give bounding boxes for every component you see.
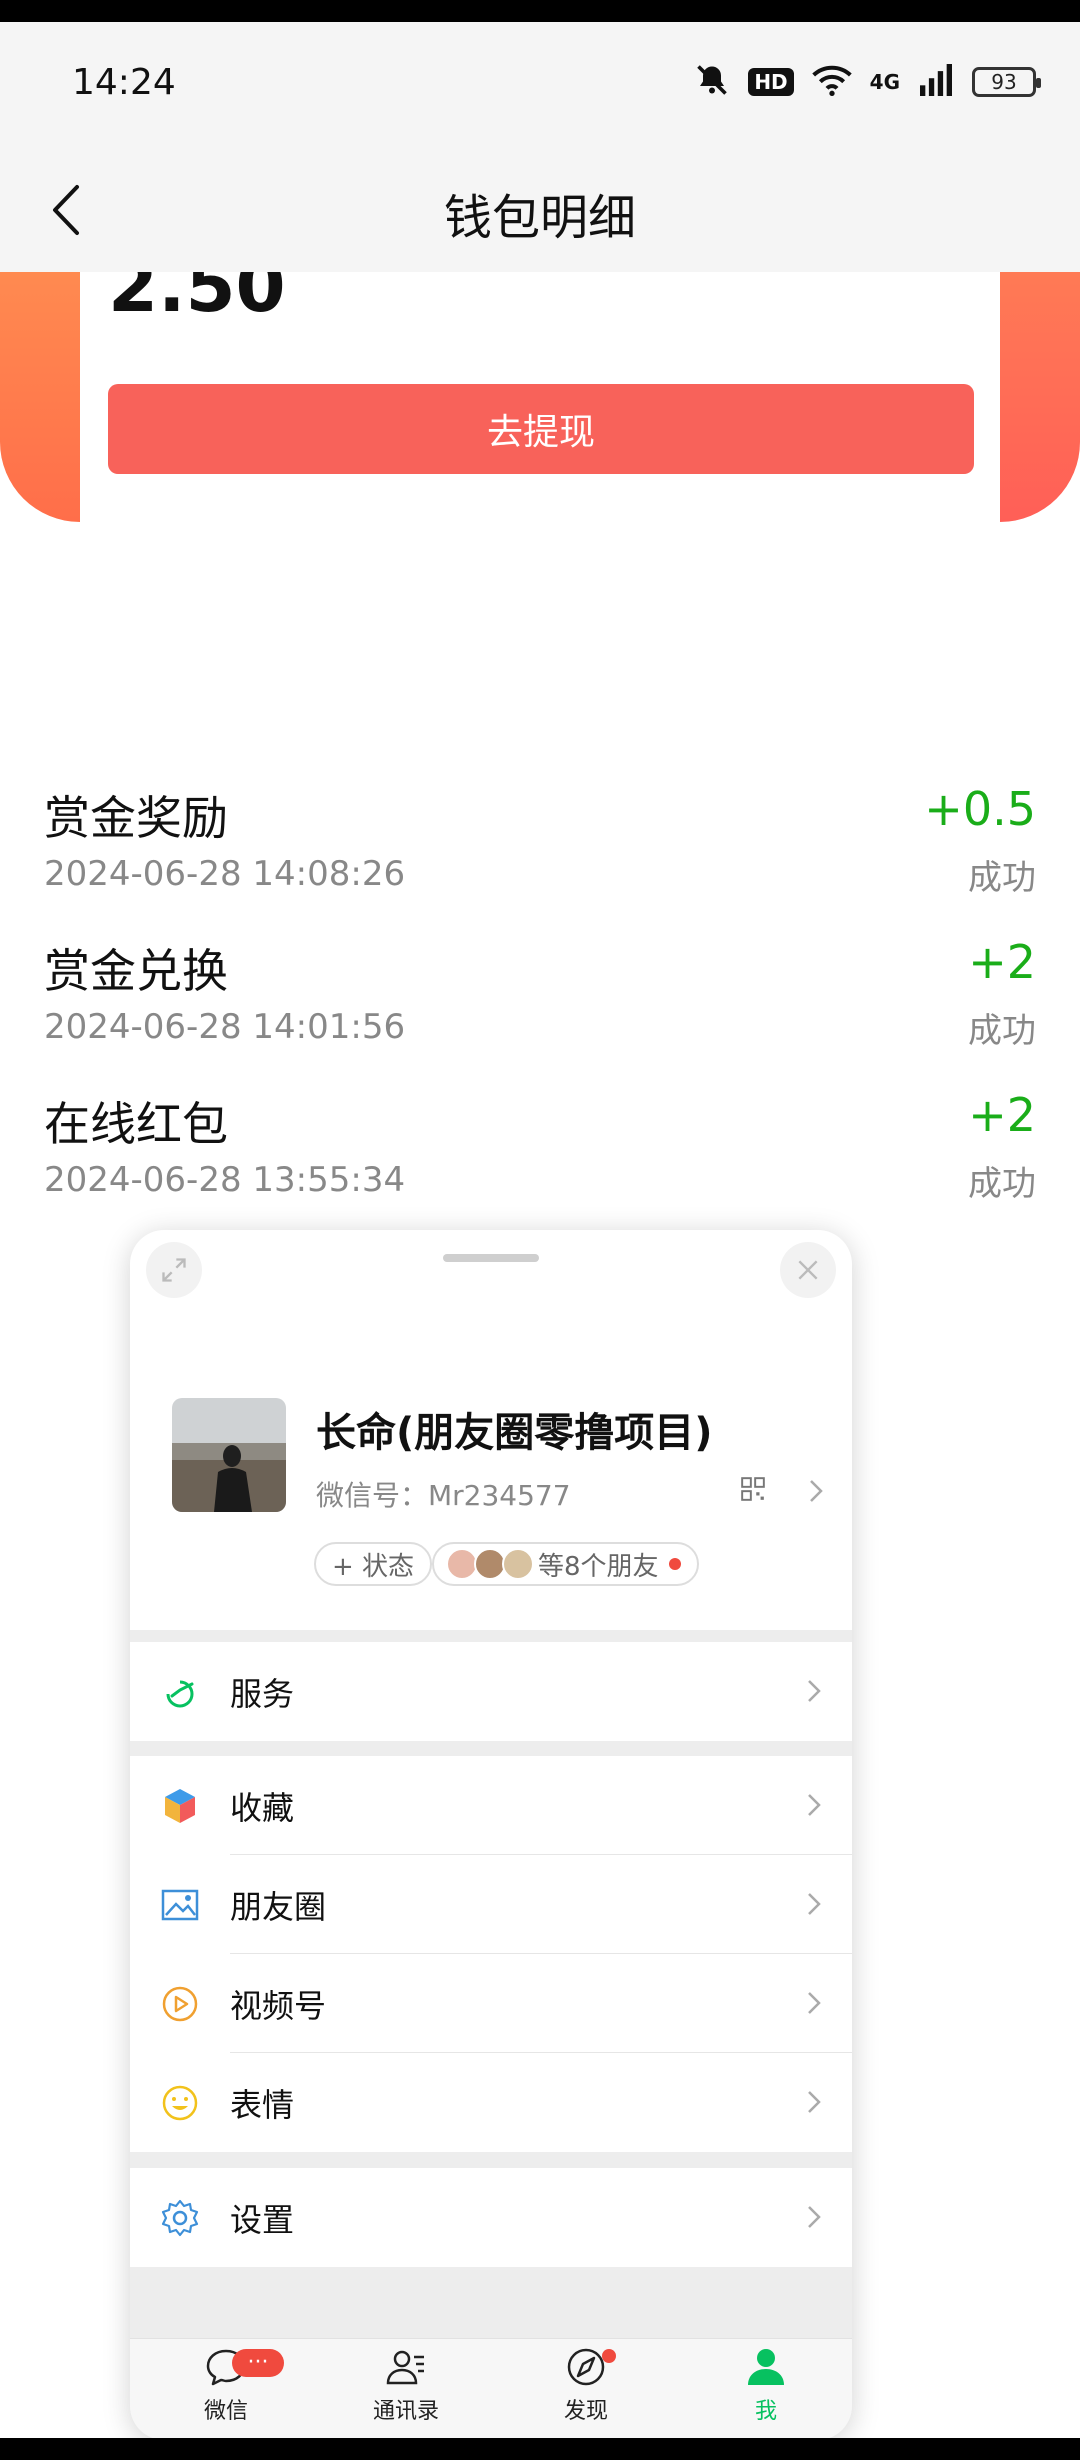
transaction-status: 成功 — [968, 1011, 1036, 1051]
expand-icon — [162, 1258, 186, 1282]
menu-label: 收藏 — [230, 1788, 295, 1827]
tab-me[interactable]: 我 — [706, 2347, 826, 2425]
moments-icon — [161, 1889, 199, 1921]
drag-handle[interactable] — [443, 1254, 539, 1262]
wechat-id: 微信号：Mr234577 — [316, 1479, 571, 1512]
menu-item-services[interactable]: 服务 — [130, 1642, 852, 1741]
tab-label: 我 — [754, 2399, 777, 2424]
bottom-tab-bar: 微信 ··· 通讯录 发现 我 — [130, 2338, 852, 2440]
transaction-row[interactable]: 赏金奖励 2024-06-28 14:08:26 +0.5 成功 — [44, 782, 1036, 932]
chevron-right-icon — [808, 1478, 824, 1508]
transaction-amount: +2 — [968, 1088, 1036, 1142]
transaction-row[interactable]: 在线红包 2024-06-28 13:55:34 +2 成功 — [44, 1088, 1036, 1238]
service-icon — [166, 1680, 194, 1708]
chat-badge: ··· — [232, 2349, 284, 2377]
expand-button[interactable] — [146, 1242, 202, 1298]
transaction-status: 成功 — [968, 1164, 1036, 1204]
chevron-right-icon — [808, 1992, 821, 2014]
transaction-title: 赏金奖励 — [44, 791, 228, 845]
card-decoration-right — [1000, 272, 1080, 522]
network-type: 4G — [869, 70, 900, 94]
close-icon — [798, 1260, 818, 1280]
top-black-strip — [0, 0, 1080, 22]
favorites-icon — [165, 1789, 195, 1823]
menu-item-favorites[interactable]: 收藏 — [130, 1756, 852, 1855]
wifi-icon — [811, 63, 852, 101]
friends-label: 等8个朋友 — [538, 1551, 659, 1582]
sticker-icon — [162, 2085, 198, 2121]
transaction-title: 赏金兑换 — [44, 944, 228, 998]
chevron-right-icon — [808, 1680, 821, 1702]
menu-item-settings[interactable]: 设置 — [130, 2168, 852, 2267]
friends-status-pill[interactable]: 等8个朋友 — [432, 1542, 699, 1586]
status-icons: HD 4G 93 — [694, 62, 1041, 102]
transaction-date: 2024-06-28 14:08:26 — [44, 854, 406, 894]
wechat-floating-window[interactable]: 长命(朋友圈零撸项目) 微信号：Mr234577 + 状态 等8个朋友 服务 收… — [130, 1230, 852, 2440]
transaction-title: 在线红包 — [44, 1097, 228, 1151]
chevron-right-icon — [808, 2091, 821, 2113]
chevron-right-icon — [808, 1893, 821, 1915]
chevron-right-icon — [808, 1794, 821, 1816]
channels-icon — [162, 1986, 198, 2022]
withdraw-button[interactable]: 去提现 — [108, 384, 974, 474]
tab-label: 通讯录 — [372, 2399, 439, 2424]
menu-item-moments[interactable]: 朋友圈 — [130, 1855, 852, 1954]
settings-icon — [161, 2199, 199, 2237]
hd-icon: HD — [748, 68, 794, 96]
menu-label: 朋友圈 — [230, 1887, 327, 1926]
close-button[interactable] — [780, 1242, 836, 1298]
signal-icon — [918, 64, 954, 100]
menu-item-channels[interactable]: 视频号 — [130, 1954, 852, 2053]
transaction-amount: +2 — [968, 935, 1036, 989]
tab-contacts[interactable]: 通讯录 — [346, 2347, 466, 2425]
transaction-date: 2024-06-28 14:01:56 — [44, 1007, 406, 1047]
menu-label: 视频号 — [230, 1986, 327, 2025]
friend-avatar — [502, 1548, 534, 1580]
menu-label: 表情 — [230, 2085, 295, 2124]
discover-badge-dot — [602, 2349, 616, 2363]
settings-group: 设置 — [130, 2168, 852, 2267]
battery-level: 93 — [991, 70, 1017, 94]
transaction-amount: +0.5 — [924, 782, 1036, 836]
bottom-black-strip — [0, 2438, 1080, 2460]
page-title: 钱包明细 — [443, 190, 636, 246]
tab-discover[interactable]: 发现 — [526, 2347, 646, 2425]
chevron-right-icon — [808, 2206, 821, 2228]
avatar[interactable] — [172, 1398, 286, 1512]
contacts-icon — [386, 2350, 424, 2385]
services-group: 服务 — [130, 1642, 852, 1741]
transaction-date: 2024-06-28 13:55:34 — [44, 1160, 406, 1200]
notification-dot — [668, 1558, 681, 1570]
menu-item-stickers[interactable]: 表情 — [130, 2053, 852, 2152]
card-decoration-left — [0, 272, 80, 522]
transaction-row[interactable]: 赏金兑换 2024-06-28 14:01:56 +2 成功 — [44, 935, 1036, 1085]
tab-label: 发现 — [563, 2399, 608, 2424]
profile-nickname: 长命(朋友圈零撸项目) — [316, 1410, 713, 1456]
transaction-status: 成功 — [968, 858, 1036, 898]
menu-label: 服务 — [230, 1674, 295, 1713]
tab-label: 微信 — [203, 2399, 248, 2424]
balance-amount: 2.50 — [108, 272, 286, 328]
features-group: 收藏 朋友圈 视频号 表情 — [130, 1756, 852, 2152]
mute-bell-icon — [694, 62, 730, 102]
menu-label: 设置 — [230, 2200, 295, 2239]
battery-icon: 93 — [972, 67, 1041, 97]
profile-section: 长命(朋友圈零撸项目) 微信号：Mr234577 + 状态 等8个朋友 — [130, 1230, 852, 1630]
status-button[interactable]: + 状态 — [314, 1542, 433, 1586]
status-time: 14:24 — [72, 62, 176, 103]
qr-code-icon[interactable] — [740, 1476, 766, 1506]
person-icon — [748, 2349, 784, 2385]
wallet-card: 2.50 去提现 — [80, 272, 1000, 522]
